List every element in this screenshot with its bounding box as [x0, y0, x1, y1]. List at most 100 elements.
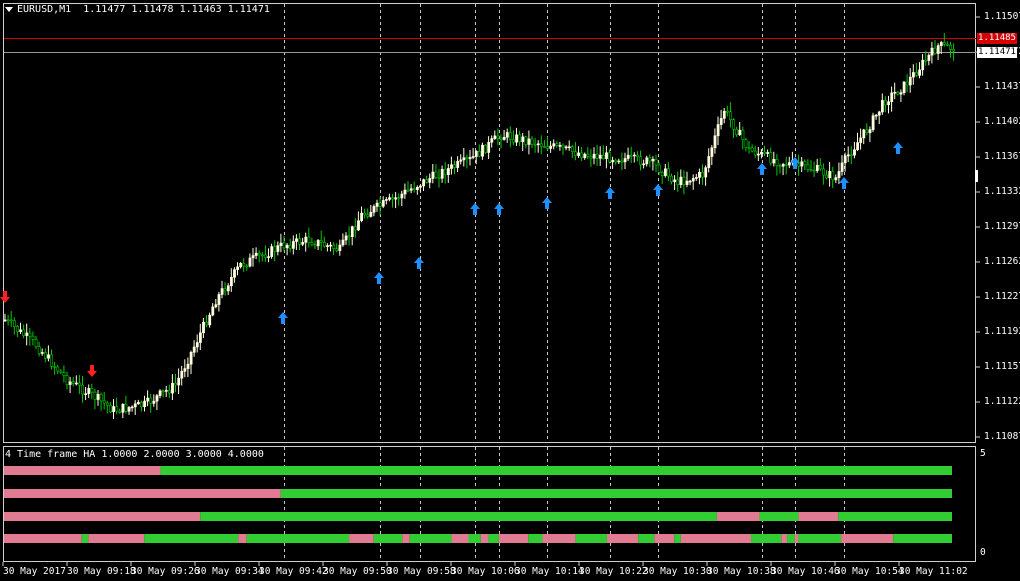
- time-tick-label: 30 May 10:38: [707, 566, 776, 577]
- candle-body: [738, 129, 742, 136]
- candle-body: [499, 137, 503, 140]
- candle-body: [419, 185, 422, 188]
- candle-body: [369, 212, 373, 217]
- candle-body: [648, 157, 652, 162]
- candle-body: [626, 154, 630, 159]
- candle-body: [174, 382, 178, 386]
- candle-body: [716, 124, 720, 137]
- candle-body: [295, 238, 298, 242]
- price-tick-label: 1.11227: [984, 291, 1020, 302]
- candle-body: [942, 42, 946, 45]
- candle-body: [9, 319, 13, 322]
- candle-body: [781, 164, 785, 167]
- candle-body: [880, 100, 884, 113]
- candle-body: [905, 81, 909, 86]
- chart-shift-marker[interactable]: [975, 170, 978, 182]
- candle-body: [112, 406, 116, 413]
- candle-body: [512, 139, 515, 143]
- time-tick-label: 30 May 09:34: [195, 566, 264, 577]
- chart-menu-triangle-icon[interactable]: [5, 6, 13, 12]
- candle-body: [412, 188, 416, 191]
- ha-bar-segment-bull: [409, 534, 452, 543]
- candle-body: [437, 176, 441, 179]
- candle-body: [140, 402, 143, 408]
- candle-body: [31, 335, 35, 340]
- candle-body: [936, 45, 940, 54]
- chart-window[interactable]: EURUSD,M1 1.11477 1.11478 1.11463 1.1147…: [0, 0, 1020, 581]
- candle-body: [149, 397, 153, 404]
- candle-body: [341, 239, 345, 246]
- candle-body: [707, 156, 711, 168]
- candle-body: [567, 146, 571, 149]
- candle-body: [474, 151, 478, 157]
- ha-bar-segment-bear: [781, 534, 788, 543]
- candle-body: [453, 164, 457, 168]
- ha-bar-segment-bull: [144, 534, 239, 543]
- candle-body: [577, 152, 581, 156]
- candle-body: [301, 242, 305, 245]
- candle-body: [595, 153, 599, 159]
- candle-body: [211, 306, 215, 316]
- ha-bar-segment-bull: [81, 534, 89, 543]
- candle-body: [747, 147, 751, 149]
- candle-body: [660, 172, 664, 176]
- price-tick-label: 1.11262: [984, 256, 1020, 267]
- time-tick-label: 30 May 09:42: [259, 566, 328, 577]
- candle-body: [465, 157, 469, 160]
- candle-body: [623, 158, 627, 163]
- price-tick-label: 1.11192: [984, 326, 1020, 337]
- candle-body: [155, 395, 159, 402]
- candle-body: [549, 145, 553, 149]
- candle-body: [183, 368, 187, 372]
- price-tick-label: 1.11367: [984, 151, 1020, 162]
- candle-body: [868, 129, 872, 134]
- indicator-scale-bottom: 0: [980, 547, 986, 558]
- candle-body: [443, 168, 447, 176]
- candle-body: [19, 329, 23, 332]
- candle-body: [34, 339, 38, 348]
- candle-body: [586, 153, 590, 157]
- candle-body: [853, 149, 856, 156]
- candle-body: [515, 134, 519, 143]
- candle-body: [887, 101, 891, 106]
- candle-body: [837, 171, 841, 178]
- candle-body: [797, 163, 801, 167]
- ha-bar-segment-bear: [480, 534, 489, 543]
- candle-body: [288, 244, 292, 249]
- candle-body: [527, 138, 531, 145]
- ha-bar-segment-bull: [488, 534, 499, 543]
- candle-body: [50, 354, 54, 367]
- candle-body: [143, 400, 147, 408]
- candle-body: [40, 352, 44, 354]
- candle-body: [214, 304, 218, 308]
- price-tick-label: 1.11437: [984, 81, 1020, 92]
- candlestick-chart[interactable]: [0, 0, 1020, 581]
- candle-body: [921, 59, 925, 71]
- time-tick-label: 30 May 2017: [3, 566, 66, 577]
- candle-body: [704, 167, 708, 178]
- time-tick-label: 30 May 09:50: [323, 566, 392, 577]
- time-tick-label: 30 May 09:18: [67, 566, 136, 577]
- candle-body: [952, 49, 956, 52]
- candle-body: [273, 246, 277, 252]
- candle-body: [939, 42, 943, 46]
- candle-body: [750, 147, 754, 152]
- ha-bar-segment-bull: [838, 512, 952, 521]
- arrow-up-icon: [653, 184, 663, 196]
- candle-body: [552, 143, 556, 147]
- ha-bar-segment-bull: [674, 534, 681, 543]
- candle-body: [434, 171, 438, 178]
- candle-body: [468, 157, 472, 160]
- candle-body: [202, 321, 205, 334]
- candle-body: [254, 252, 258, 256]
- candle-body: [927, 54, 931, 61]
- candle-body: [137, 402, 140, 405]
- time-tick-label: 30 May 10:22: [579, 566, 648, 577]
- ha-bar-segment-bull: [798, 534, 842, 543]
- candle-body: [78, 382, 81, 386]
- candle-body: [911, 72, 915, 78]
- candle-body: [360, 212, 364, 222]
- candle-body: [769, 152, 773, 164]
- candle-body: [313, 244, 317, 247]
- candle-body: [849, 154, 853, 157]
